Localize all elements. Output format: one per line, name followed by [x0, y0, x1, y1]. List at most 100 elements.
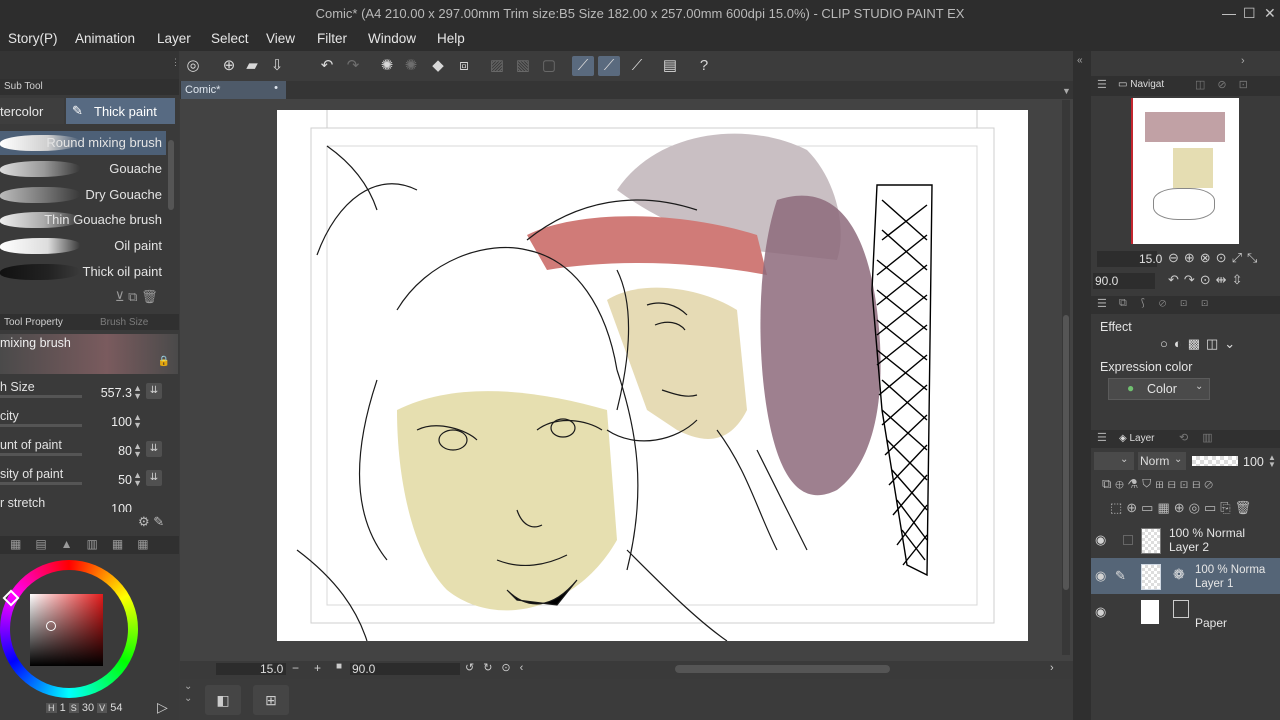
menu-animation[interactable]: Animation	[75, 31, 135, 46]
snap-grid-icon[interactable]: ⟋	[626, 56, 648, 76]
layer-other-tabs[interactable]: ⟲▥	[1179, 431, 1227, 444]
subtool-scrollbar[interactable]	[168, 140, 174, 210]
stop-icon[interactable]: ■	[336, 661, 342, 672]
navigator-preview[interactable]	[1131, 98, 1239, 244]
nav-rotation-value[interactable]: 90.0	[1095, 274, 1118, 288]
prop-value[interactable]: 80	[118, 444, 132, 458]
prop-color-stretch[interactable]: r stretch 100	[0, 496, 178, 512]
prop-brush-size[interactable]: h Size 557.3 ▲ ▼ ⇊	[0, 380, 178, 408]
doc-tab-close[interactable]: •	[274, 82, 278, 94]
menu-icon[interactable]: ☰	[1097, 297, 1107, 310]
save-icon[interactable]: ⇩	[266, 56, 288, 76]
horizontal-scroll-thumb[interactable]	[675, 665, 890, 673]
prop-value[interactable]: 100	[111, 502, 132, 512]
layer-row-paper[interactable]: ◉ Paper	[1091, 594, 1280, 630]
layer-toolbar-row1[interactable]: ⧉⊕⚗⛉⊞⊟⊡⊟⊘	[1102, 476, 1217, 492]
eye-icon[interactable]: ◉	[1095, 568, 1106, 584]
color-tab-icons[interactable]: ▦▤▲▥▦▦	[10, 537, 163, 551]
brush-oil-paint[interactable]: Oil paint	[0, 234, 166, 258]
open-file-icon[interactable]: ▰	[241, 56, 263, 76]
grip-icon[interactable]: ⋮	[171, 57, 180, 68]
pressure-icon[interactable]: ⇊	[146, 383, 162, 399]
invert-selection-icon[interactable]: ▧	[512, 56, 534, 76]
help-icon[interactable]: ?	[693, 56, 715, 76]
settings-icon[interactable]: ✎	[153, 514, 164, 529]
zoom-in-icon[interactable]: +	[314, 661, 321, 675]
prop-value[interactable]: 100	[111, 415, 132, 429]
duplicate-icon[interactable]: ⧉	[128, 289, 137, 304]
clip-studio-icon[interactable]: ◎	[182, 56, 204, 76]
menu-layer[interactable]: Layer	[157, 31, 191, 46]
undo-icon[interactable]: ↶	[316, 56, 338, 76]
redo-icon[interactable]: ↷	[342, 56, 364, 76]
opacity-bar[interactable]	[1192, 456, 1238, 466]
opacity-spin[interactable]: ▲ ▼	[1268, 454, 1276, 469]
layer-row-layer1[interactable]: ◉ ✎ ❁ 100 % Norma Layer 1	[1091, 558, 1280, 594]
vertical-scrollbar[interactable]	[1062, 100, 1070, 655]
nav-zoom-buttons[interactable]: ⊖⊕⊗⊙⤢⤡	[1168, 250, 1262, 266]
layer-row-layer2[interactable]: ◉ 100 % Normal Layer 2	[1091, 522, 1280, 558]
tab-watercolor[interactable]: tercolor	[0, 98, 64, 124]
download-icon[interactable]: ⊻	[115, 289, 125, 304]
menu-filter[interactable]: Filter	[317, 31, 347, 46]
transform-icon[interactable]: ⧈	[453, 56, 475, 76]
effect-buttons[interactable]: ○◐▩◫⌄	[1160, 336, 1241, 352]
menu-window[interactable]: Window	[368, 31, 416, 46]
zoom-out-icon[interactable]: −	[292, 661, 299, 675]
scroll-right-icon[interactable]: ›	[1050, 662, 1054, 674]
prop-value[interactable]: 557.3	[101, 386, 132, 400]
expression-color-select[interactable]: ● Color ⌄	[1108, 378, 1210, 400]
nav-zoom-value[interactable]: 15.0	[1139, 252, 1162, 266]
expand-panel-icon[interactable]: ›	[1241, 55, 1245, 67]
clear-icon[interactable]: ✺	[376, 56, 398, 76]
doc-tab[interactable]: Comic* •	[181, 81, 286, 99]
menu-story[interactable]: Story(P)	[8, 31, 58, 46]
brush-thick-oil[interactable]: Thick oil paint	[0, 260, 166, 284]
nav-rotate-buttons[interactable]: ↶↷⊙⇹⇳	[1168, 272, 1247, 288]
wrench-icon[interactable]: ⚙	[138, 514, 150, 529]
menu-view[interactable]: View	[266, 31, 295, 46]
canvas-menu-arrow[interactable]: ▼	[1062, 86, 1071, 96]
lock-icon[interactable]: 🔒	[158, 356, 170, 367]
zoom-value[interactable]: 15.0	[260, 662, 283, 676]
prop-value[interactable]: 50	[118, 473, 132, 487]
trash-icon[interactable]: 🗑	[141, 289, 158, 304]
tab-thick-paint[interactable]: ✎ Thick paint	[66, 98, 175, 124]
collapse-panel-icon[interactable]: «	[1077, 55, 1083, 66]
snap-special-ruler-icon[interactable]: ⟋	[598, 56, 620, 76]
color-picker-cursor[interactable]	[46, 621, 56, 631]
color-settings-icon[interactable]: ▷	[157, 699, 168, 716]
deselect-icon[interactable]: ▨	[486, 56, 508, 76]
pressure-icon[interactable]: ⇊	[146, 441, 162, 457]
property-tabs[interactable]: ⧉⟆⊘⊡⊡	[1119, 297, 1222, 310]
fill-icon[interactable]: ◆	[427, 56, 449, 76]
eye-icon[interactable]: ◉	[1095, 604, 1106, 620]
pressure-icon[interactable]: ⇊	[146, 470, 162, 486]
layer-color-select[interactable]: ⌄	[1094, 452, 1134, 470]
blend-mode-select[interactable]: Norm ⌄	[1138, 452, 1186, 470]
prop-opacity[interactable]: city 100 ▲ ▼	[0, 409, 178, 437]
snap-ruler-icon[interactable]: ⟋	[572, 56, 594, 76]
brush-gouache[interactable]: Gouache	[0, 157, 166, 181]
menu-icon[interactable]: ☰	[1097, 431, 1107, 444]
minimize-button[interactable]: —	[1222, 5, 1236, 21]
menu-icon[interactable]: ☰	[1097, 78, 1107, 91]
brush-round-mixing[interactable]: Round mixing brush	[0, 131, 166, 155]
close-button[interactable]: ✕	[1264, 5, 1276, 22]
opacity-value[interactable]: 100	[1243, 455, 1264, 469]
brush-thin-gouache[interactable]: Thin Gouache brush	[0, 208, 166, 232]
reference-layer-button[interactable]: ⊞	[253, 685, 289, 715]
collapse-icon[interactable]: ⌄ ⌄	[184, 681, 192, 705]
eye-icon[interactable]: ◉	[1095, 532, 1106, 548]
prop-density-of-paint[interactable]: sity of paint 50 ▲ ▼ ⇊	[0, 467, 178, 495]
vertical-scroll-thumb[interactable]	[1063, 315, 1069, 590]
new-file-icon[interactable]: ⊕	[218, 56, 240, 76]
saturation-value-square[interactable]	[30, 594, 103, 666]
show-selection-icon[interactable]: ▢	[538, 56, 560, 76]
brush-dry-gouache[interactable]: Dry Gouache	[0, 183, 166, 207]
layer-tab[interactable]: ◈ Layer	[1119, 433, 1155, 444]
rotation-value[interactable]: 90.0	[352, 662, 375, 676]
brush-size-tab[interactable]: Brush Size	[100, 317, 148, 328]
canvas-paper[interactable]	[277, 110, 1028, 642]
menu-select[interactable]: Select	[211, 31, 249, 46]
